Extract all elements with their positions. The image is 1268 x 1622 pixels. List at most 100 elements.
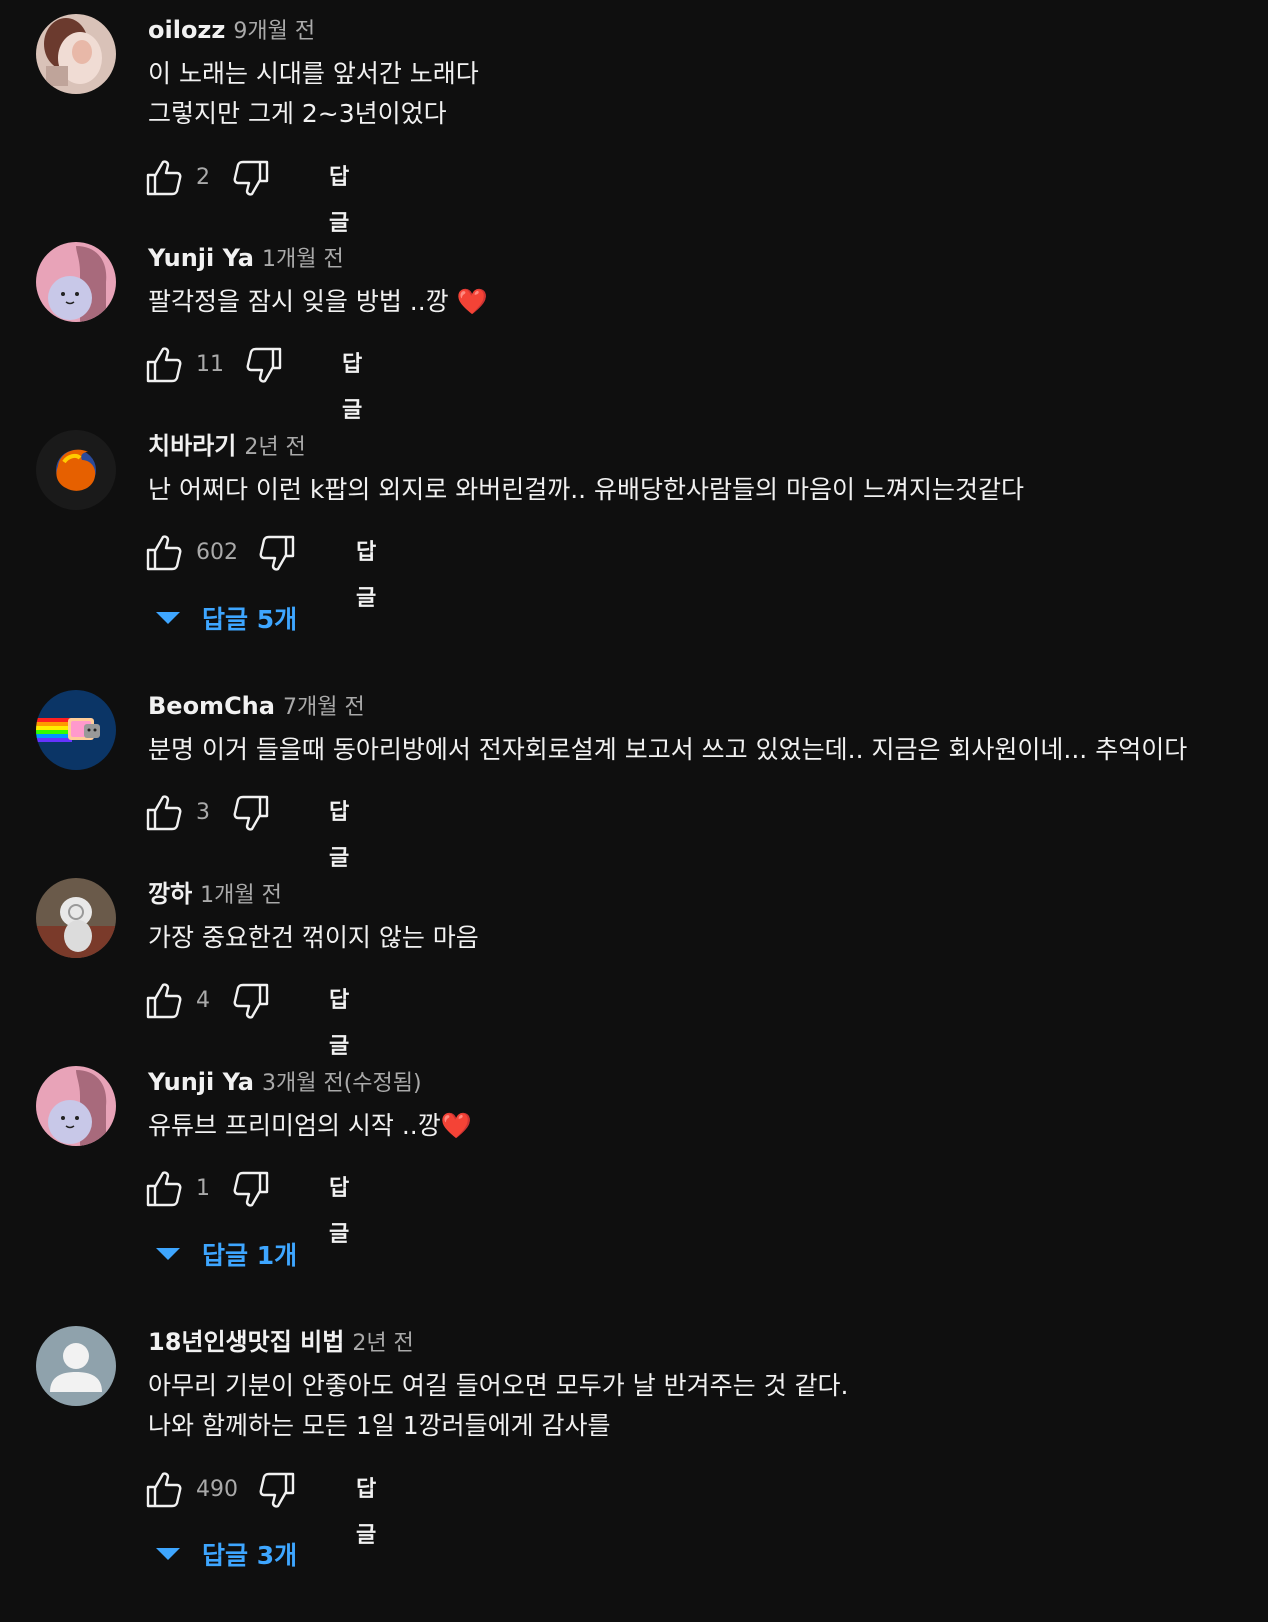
dislike-button[interactable] bbox=[231, 1169, 271, 1209]
caret-down-icon bbox=[156, 1548, 180, 1560]
dislike-button[interactable] bbox=[244, 345, 284, 385]
thumbs-up-icon bbox=[146, 983, 182, 1019]
author-avatar[interactable] bbox=[36, 1066, 116, 1146]
comment-thread: Yunji Ya 3개월 전(수정됨) 유튜브 프리미엄의 시작 ..깡❤️ 1 … bbox=[0, 1052, 1268, 1312]
thumbs-down-icon bbox=[233, 1171, 269, 1207]
like-count: 602 bbox=[196, 540, 238, 565]
like-button[interactable] bbox=[144, 533, 184, 573]
thumbs-down-icon bbox=[233, 795, 269, 831]
author-avatar[interactable] bbox=[36, 1326, 116, 1406]
comment-thread: oilozz 9개월 전 이 노래는 시대를 앞서간 노래다 그렇지만 그게 2~… bbox=[0, 0, 1268, 236]
like-count: 3 bbox=[196, 800, 210, 825]
like-button[interactable] bbox=[144, 158, 184, 198]
thumbs-up-icon bbox=[146, 535, 182, 571]
character-avatar-icon bbox=[36, 1066, 116, 1146]
reply-button[interactable]: 답글 bbox=[329, 1166, 349, 1258]
comment-timestamp[interactable]: 2년 전 bbox=[352, 1331, 413, 1356]
comment-line: 그렇지만 그게 2~3년이었다 bbox=[148, 99, 447, 128]
view-replies-label: 답글 3개 bbox=[202, 1541, 298, 1570]
reply-button[interactable]: 답글 bbox=[356, 530, 376, 622]
dislike-button[interactable] bbox=[257, 1470, 297, 1510]
view-replies-button[interactable]: 답글 1개 bbox=[156, 1234, 297, 1278]
comment-timestamp[interactable]: 2년 전 bbox=[244, 435, 305, 460]
comment-header: 깡하 1개월 전 bbox=[148, 877, 282, 911]
author-avatar[interactable] bbox=[36, 430, 116, 510]
comment-line: 난 어쩌다 이런 k팝의 외지로 와버린걸까.. 유배당한사람들의 마음이 느껴… bbox=[148, 475, 1024, 504]
comment-timestamp[interactable]: 1개월 전 bbox=[262, 247, 344, 272]
comment-line: 나와 함께하는 모든 1일 1깡러들에게 감사를 bbox=[148, 1411, 611, 1440]
comment-text: 아무리 기분이 안좋아도 여길 들어오면 모두가 날 반겨주는 것 같다. 나와… bbox=[148, 1366, 848, 1446]
author-name[interactable]: 치바라기 bbox=[148, 432, 236, 460]
comment-text: 가장 중요한건 꺾이지 않는 마음 bbox=[148, 918, 479, 958]
comment-text: 팔각정을 잠시 잊을 방법 ..깡 ❤️ bbox=[148, 282, 488, 322]
comment-line: 아무리 기분이 안좋아도 여길 들어오면 모두가 날 반겨주는 것 같다. bbox=[148, 1371, 849, 1400]
author-avatar[interactable] bbox=[36, 242, 116, 322]
firefox-avatar-icon bbox=[36, 430, 116, 510]
reply-button[interactable]: 답글 bbox=[356, 1467, 376, 1559]
comment-text: 이 노래는 시대를 앞서간 노래다 그렇지만 그게 2~3년이었다 bbox=[148, 54, 479, 134]
comment-header: 치바라기 2년 전 bbox=[148, 429, 306, 463]
author-avatar[interactable] bbox=[36, 14, 116, 94]
thumbs-down-icon bbox=[259, 1472, 295, 1508]
like-button[interactable] bbox=[144, 345, 184, 385]
author-avatar[interactable] bbox=[36, 878, 116, 958]
heart-emoji-icon: ❤️ bbox=[456, 287, 488, 316]
view-replies-button[interactable]: 답글 5개 bbox=[156, 598, 297, 642]
thumbs-down-icon bbox=[233, 160, 269, 196]
thumbs-up-icon bbox=[146, 1171, 182, 1207]
dislike-button[interactable] bbox=[257, 533, 297, 573]
comment-header: BeomCha 7개월 전 bbox=[148, 689, 365, 723]
comment-line: 가장 중요한건 꺾이지 않는 마음 bbox=[148, 923, 479, 952]
cat-photo-avatar-icon bbox=[36, 878, 116, 958]
author-name[interactable]: oilozz bbox=[148, 16, 225, 44]
like-button[interactable] bbox=[144, 793, 184, 833]
view-replies-button[interactable]: 답글 3개 bbox=[156, 1534, 297, 1578]
caret-down-icon bbox=[156, 1248, 180, 1260]
caret-down-icon bbox=[156, 612, 180, 624]
author-name[interactable]: BeomCha bbox=[148, 692, 275, 720]
thumbs-up-icon bbox=[146, 1472, 182, 1508]
comment-header: 18년인생맛집 비법 2년 전 bbox=[148, 1325, 414, 1359]
comment-line: 팔각정을 잠시 잊을 방법 ..깡 ❤️ bbox=[148, 287, 488, 316]
like-button[interactable] bbox=[144, 981, 184, 1021]
comment-thread: Yunji Ya 1개월 전 팔각정을 잠시 잊을 방법 ..깡 ❤️ 11 답글 bbox=[0, 228, 1268, 423]
dislike-button[interactable] bbox=[231, 793, 271, 833]
author-name[interactable]: 18년인생맛집 비법 bbox=[148, 1328, 344, 1356]
like-button[interactable] bbox=[144, 1470, 184, 1510]
comment-line: 유튜브 프리미엄의 시작 ..깡❤️ bbox=[148, 1111, 472, 1140]
heart-emoji-icon: ❤️ bbox=[440, 1111, 472, 1140]
comment-timestamp[interactable]: 7개월 전 bbox=[283, 695, 365, 720]
comment-timestamp[interactable]: 3개월 전(수정됨) bbox=[262, 1071, 422, 1096]
thumbs-up-icon bbox=[146, 795, 182, 831]
thumbs-down-icon bbox=[246, 347, 282, 383]
view-replies-label: 답글 5개 bbox=[202, 605, 298, 634]
thumbs-down-icon bbox=[259, 535, 295, 571]
dislike-button[interactable] bbox=[231, 981, 271, 1021]
character-avatar-icon bbox=[36, 242, 116, 322]
author-avatar[interactable] bbox=[36, 690, 116, 770]
thumbs-down-icon bbox=[233, 983, 269, 1019]
comment-thread: 치바라기 2년 전 난 어쩌다 이런 k팝의 외지로 와버린걸까.. 유배당한사람… bbox=[0, 416, 1268, 676]
thumbs-up-icon bbox=[146, 160, 182, 196]
like-count: 11 bbox=[196, 352, 224, 377]
like-button[interactable] bbox=[144, 1169, 184, 1209]
photo-avatar-icon bbox=[36, 14, 116, 94]
author-name[interactable]: Yunji Ya bbox=[148, 1068, 254, 1096]
thumbs-up-icon bbox=[146, 347, 182, 383]
like-count: 490 bbox=[196, 1477, 238, 1502]
comment-header: Yunji Ya 1개월 전 bbox=[148, 241, 344, 275]
comment-header: Yunji Ya 3개월 전(수정됨) bbox=[148, 1065, 422, 1099]
comment-text: 유튜브 프리미엄의 시작 ..깡❤️ bbox=[148, 1106, 472, 1146]
author-name[interactable]: Yunji Ya bbox=[148, 244, 254, 272]
nyan-cat-avatar-icon bbox=[36, 690, 116, 770]
like-count: 1 bbox=[196, 1176, 210, 1201]
comment-line: 이 노래는 시대를 앞서간 노래다 bbox=[148, 59, 479, 88]
comment-timestamp[interactable]: 1개월 전 bbox=[200, 883, 282, 908]
comment-thread: BeomCha 7개월 전 분명 이거 들을때 동아리방에서 전자회로설계 보고서… bbox=[0, 676, 1268, 871]
comment-timestamp[interactable]: 9개월 전 bbox=[233, 19, 315, 44]
default-person-avatar-icon bbox=[36, 1326, 116, 1406]
comment-text: 분명 이거 들을때 동아리방에서 전자회로설계 보고서 쓰고 있었는데.. 지금… bbox=[148, 730, 1187, 770]
dislike-button[interactable] bbox=[231, 158, 271, 198]
author-name[interactable]: 깡하 bbox=[148, 880, 192, 908]
like-count: 2 bbox=[196, 165, 210, 190]
